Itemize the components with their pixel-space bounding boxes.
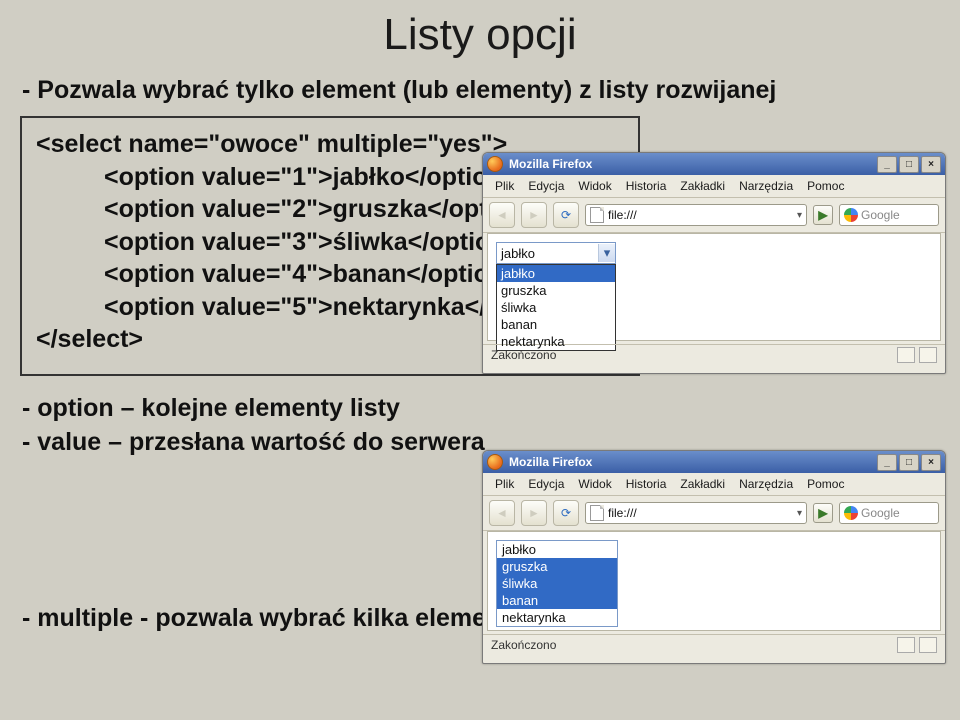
back-button[interactable]: ◄ (489, 500, 515, 526)
chevron-down-icon[interactable]: ▾ (598, 244, 615, 262)
window-title: Mozilla Firefox (509, 455, 592, 469)
status-box (897, 637, 915, 653)
code-line: </select> (36, 325, 143, 353)
maximize-button[interactable]: □ (899, 156, 919, 173)
firefox-icon (487, 156, 503, 172)
firefox-window-dropdown: Mozilla Firefox _ □ × Plik Edycja Widok … (482, 152, 946, 374)
menu-edycja[interactable]: Edycja (522, 476, 570, 492)
page-content: jabłko gruszka śliwka banan nektarynka (487, 531, 941, 631)
notes-block: - option – kolejne elementy listy - valu… (22, 392, 485, 460)
minimize-button[interactable]: _ (877, 454, 897, 471)
search-box[interactable]: Google (839, 502, 939, 524)
select-owoce[interactable]: jabłko ▾ jabłko gruszka śliwka banan nek… (496, 242, 616, 351)
menu-plik[interactable]: Plik (489, 178, 520, 194)
address-bar[interactable]: file:/// ▾ (585, 204, 807, 226)
status-text: Zakończono (491, 638, 556, 652)
search-placeholder: Google (861, 208, 900, 222)
menu-zakladki[interactable]: Zakładki (674, 178, 731, 194)
window-titlebar[interactable]: Mozilla Firefox _ □ × (483, 153, 945, 175)
status-box (919, 347, 937, 363)
menu-narzedzia[interactable]: Narzędzia (733, 476, 799, 492)
go-button[interactable]: ▶ (813, 205, 833, 225)
menu-zakladki[interactable]: Zakładki (674, 476, 731, 492)
maximize-button[interactable]: □ (899, 454, 919, 471)
select-field[interactable]: jabłko ▾ (496, 242, 616, 264)
minimize-button[interactable]: _ (877, 156, 897, 173)
option-nektarynka[interactable]: nektarynka (497, 609, 617, 626)
url-text: file:/// (608, 208, 637, 222)
option-sliwka[interactable]: śliwka (497, 575, 617, 592)
menu-pomoc[interactable]: Pomoc (801, 178, 850, 194)
browser-toolbar: ◄ ► ⟳ file:/// ▾ ▶ Google (483, 198, 945, 233)
dropdown-icon[interactable]: ▾ (797, 508, 802, 519)
menu-pomoc[interactable]: Pomoc (801, 476, 850, 492)
note-option: - option – kolejne elementy listy (22, 392, 485, 426)
forward-button[interactable]: ► (521, 500, 547, 526)
window-title: Mozilla Firefox (509, 157, 592, 171)
firefox-window-multiple: Mozilla Firefox _ □ × Plik Edycja Widok … (482, 450, 946, 664)
option-gruszka[interactable]: gruszka (497, 558, 617, 575)
menu-historia[interactable]: Historia (620, 476, 673, 492)
status-box (919, 637, 937, 653)
select-dropdown-list[interactable]: jabłko gruszka śliwka banan nektarynka (496, 264, 616, 351)
search-placeholder: Google (861, 506, 900, 520)
menu-narzedzia[interactable]: Narzędzia (733, 178, 799, 194)
menu-historia[interactable]: Historia (620, 178, 673, 194)
menu-widok[interactable]: Widok (572, 476, 617, 492)
option-jablko[interactable]: jabłko (497, 265, 615, 282)
note-value: - value – przesłana wartość do serwera (22, 426, 485, 460)
menu-plik[interactable]: Plik (489, 476, 520, 492)
status-bar: Zakończono (483, 344, 945, 365)
search-box[interactable]: Google (839, 204, 939, 226)
google-icon (844, 208, 858, 222)
close-button[interactable]: × (921, 156, 941, 173)
back-button[interactable]: ◄ (489, 202, 515, 228)
status-box (897, 347, 915, 363)
intro-text: - Pozwala wybrać tylko element (lub elem… (22, 76, 776, 105)
menu-widok[interactable]: Widok (572, 178, 617, 194)
forward-button[interactable]: ► (521, 202, 547, 228)
go-button[interactable]: ▶ (813, 503, 833, 523)
browser-menubar[interactable]: Plik Edycja Widok Historia Zakładki Narz… (483, 473, 945, 496)
status-bar: Zakończono (483, 634, 945, 655)
option-sliwka[interactable]: śliwka (497, 299, 615, 316)
option-gruszka[interactable]: gruszka (497, 282, 615, 299)
browser-menubar[interactable]: Plik Edycja Widok Historia Zakładki Narz… (483, 175, 945, 198)
code-line: <select name="owoce" multiple="yes"> (36, 130, 507, 158)
dropdown-icon[interactable]: ▾ (797, 210, 802, 221)
option-banan[interactable]: banan (497, 592, 617, 609)
page-title: Listy opcji (0, 10, 960, 60)
close-button[interactable]: × (921, 454, 941, 471)
multiselect-owoce[interactable]: jabłko gruszka śliwka banan nektarynka (496, 540, 618, 627)
select-value: jabłko (501, 246, 535, 261)
option-jablko[interactable]: jabłko (497, 541, 617, 558)
status-text: Zakończono (491, 348, 556, 362)
google-icon (844, 506, 858, 520)
window-titlebar[interactable]: Mozilla Firefox _ □ × (483, 451, 945, 473)
note-multiple: - multiple - pozwala wybrać kilka elemen… (22, 604, 544, 633)
page-content: jabłko ▾ jabłko gruszka śliwka banan nek… (487, 233, 941, 341)
menu-edycja[interactable]: Edycja (522, 178, 570, 194)
url-text: file:/// (608, 506, 637, 520)
browser-toolbar: ◄ ► ⟳ file:/// ▾ ▶ Google (483, 496, 945, 531)
file-icon (590, 207, 604, 223)
address-bar[interactable]: file:/// ▾ (585, 502, 807, 524)
file-icon (590, 505, 604, 521)
option-banan[interactable]: banan (497, 316, 615, 333)
reload-button[interactable]: ⟳ (553, 202, 579, 228)
reload-button[interactable]: ⟳ (553, 500, 579, 526)
firefox-icon (487, 454, 503, 470)
